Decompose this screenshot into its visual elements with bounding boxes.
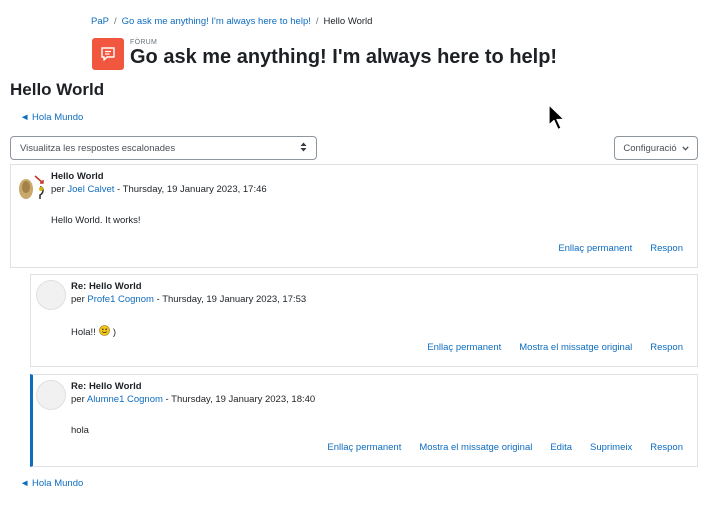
display-mode-value: Visualitza les respostes escalonades (20, 142, 176, 154)
show-parent-link[interactable]: Mostra el missatge original (419, 442, 532, 453)
post-subject: Hello World (51, 171, 104, 182)
post-text: Hello World. It works! (51, 215, 141, 226)
post-text: hola (71, 425, 89, 436)
byline-prefix: per (51, 184, 65, 195)
permalink-link[interactable]: Enllaç permanent (327, 442, 401, 453)
post-date: - Thursday, 19 January 2023, 17:53 (153, 294, 307, 305)
byline-prefix: per (71, 394, 85, 405)
post-subject: Re: Hello World (71, 281, 142, 292)
previous-discussion-link-bottom[interactable]: ◄ Hola Mundo (20, 478, 83, 489)
breadcrumb: PaP / Go ask me anything! I'm always her… (91, 16, 372, 27)
edit-link[interactable]: Edita (550, 442, 572, 453)
activity-type-label: FÒRUM (130, 39, 158, 46)
reply-link[interactable]: Respon (650, 342, 683, 353)
permalink-link[interactable]: Enllaç permanent (427, 342, 501, 353)
byline-prefix: per (71, 294, 85, 305)
post-actions: Enllaç permanent Mostra el missatge orig… (427, 342, 683, 353)
display-mode-select[interactable]: Visualitza les respostes escalonades (10, 136, 317, 160)
delete-link[interactable]: Suprimeix (590, 442, 632, 453)
mouse-cursor-icon (548, 104, 566, 135)
previous-discussion-link[interactable]: ◄ Hola Mundo (20, 112, 83, 123)
discussion-post: Re: Hello World per Profe1 Cognom - Thur… (30, 274, 698, 367)
post-content: Hola!! ) (71, 325, 116, 339)
author-link[interactable]: Profe1 Cognom (87, 294, 154, 305)
reply-link[interactable]: Respon (650, 442, 683, 453)
post-date: - Thursday, 19 January 2023, 17:46 (114, 184, 267, 195)
breadcrumb-link-course[interactable]: PaP (91, 16, 109, 27)
discussion-post: Re: Hello World per Alumne1 Cognom - Thu… (30, 374, 698, 467)
post-date: - Thursday, 19 January 2023, 18:40 (162, 394, 316, 405)
post-actions: Enllaç permanent Respon (558, 243, 683, 254)
breadcrumb-separator: / (113, 16, 117, 27)
permalink-link[interactable]: Enllaç permanent (558, 243, 632, 254)
select-arrows-icon (300, 142, 307, 155)
avatar[interactable] (16, 170, 46, 200)
post-text-suffix: ) (112, 326, 116, 338)
breadcrumb-current: Hello World (323, 16, 373, 27)
post-byline: per Joel Calvet - Thursday, 19 January 2… (51, 184, 267, 195)
show-parent-link[interactable]: Mostra el missatge original (519, 342, 632, 353)
post-content: hola (71, 425, 89, 436)
forum-icon (92, 38, 124, 70)
post-subject: Re: Hello World (71, 381, 142, 392)
post-byline: per Alumne1 Cognom - Thursday, 19 Januar… (71, 394, 315, 405)
forum-title: Go ask me anything! I'm always here to h… (130, 46, 558, 68)
post-content: Hello World. It works! (51, 215, 141, 226)
breadcrumb-link-forum[interactable]: Go ask me anything! I'm always here to h… (122, 16, 311, 27)
settings-button-label: Configuració (623, 142, 677, 154)
avatar[interactable] (36, 380, 66, 410)
page-title: Hello World (10, 80, 105, 99)
author-link[interactable]: Alumne1 Cognom (87, 394, 163, 405)
post-byline: per Profe1 Cognom - Thursday, 19 January… (71, 294, 306, 305)
settings-button[interactable]: Configuració (614, 136, 698, 160)
post-actions: Enllaç permanent Mostra el missatge orig… (327, 442, 683, 453)
reply-link[interactable]: Respon (650, 243, 683, 254)
post-text: Hola!! (71, 326, 96, 338)
forum-header: FÒRUM Go ask me anything! I'm always her… (92, 38, 557, 70)
discussion-post: Hello World per Joel Calvet - Thursday, … (10, 164, 698, 268)
avatar[interactable] (36, 280, 66, 310)
smiley-icon (99, 325, 110, 339)
breadcrumb-separator: / (315, 16, 319, 27)
chevron-down-icon (682, 143, 689, 154)
author-link[interactable]: Joel Calvet (67, 184, 114, 195)
